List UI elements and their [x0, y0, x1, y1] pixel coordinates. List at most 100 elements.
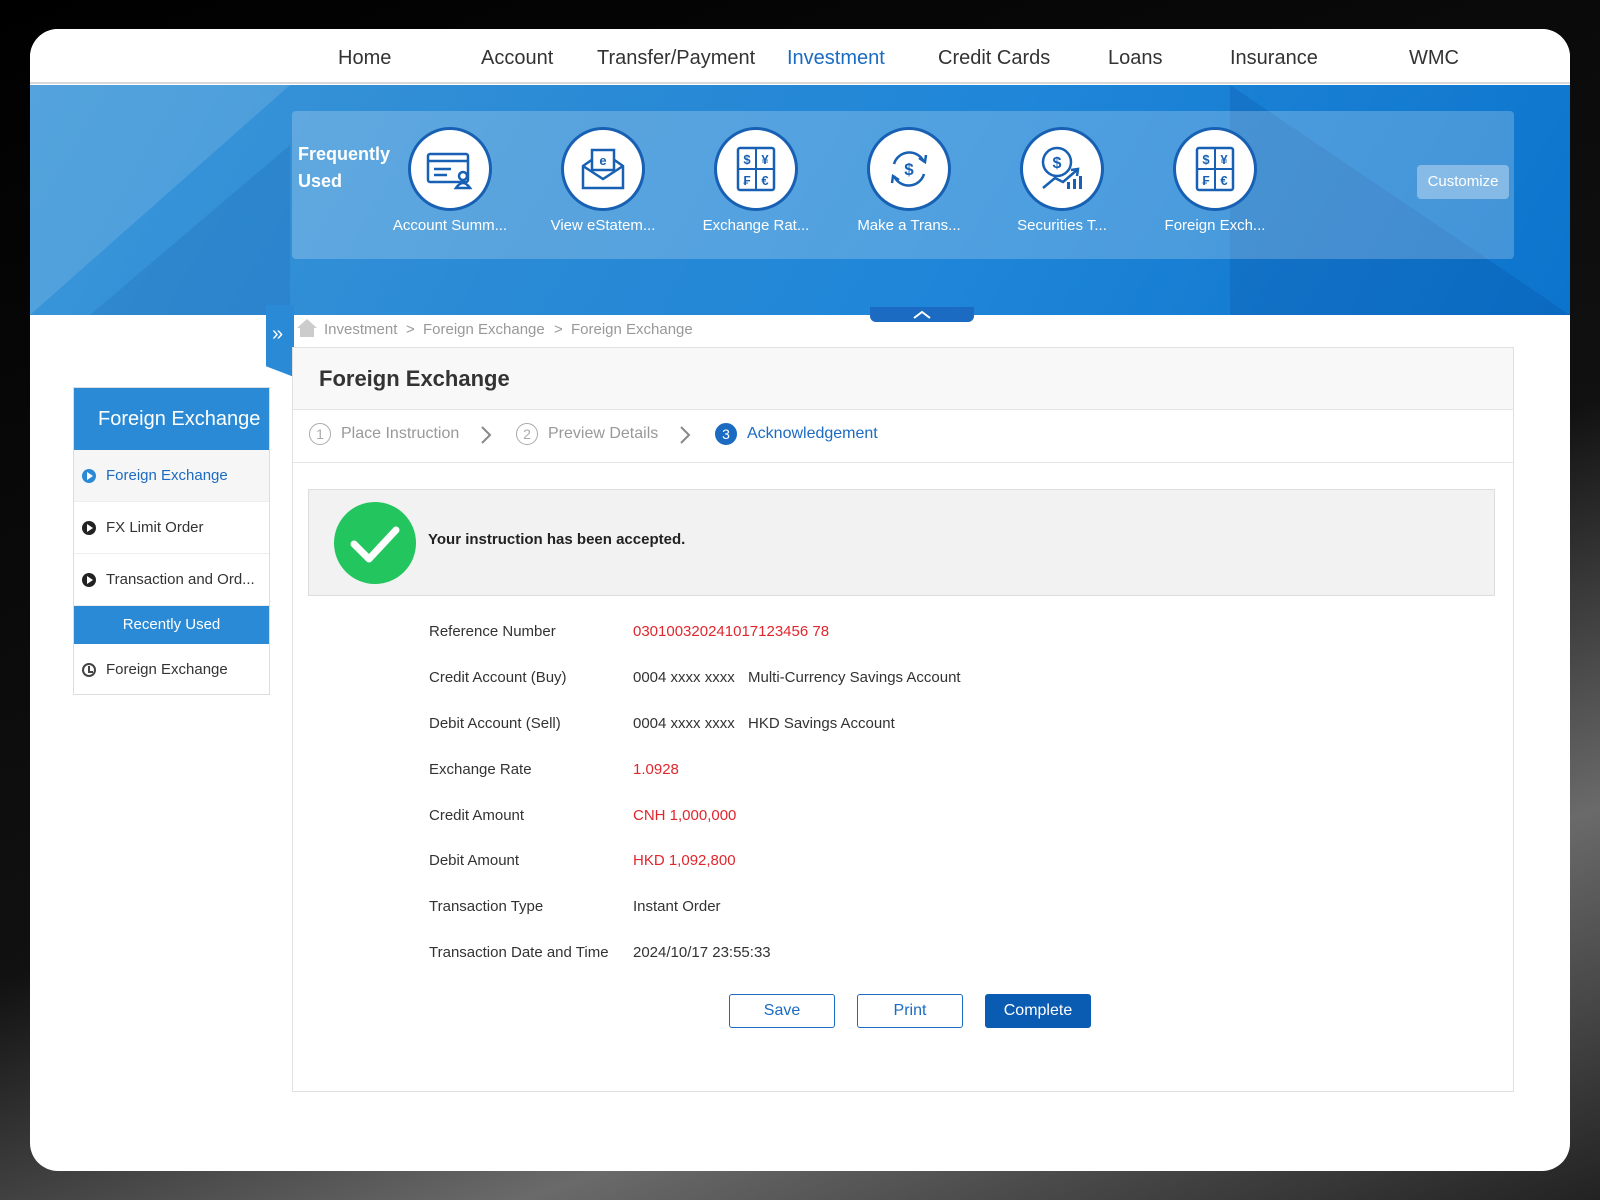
play-bullet-icon [82, 469, 96, 483]
shortcut-view-estatement[interactable]: e View eStatem... [533, 125, 673, 250]
shortcut-label: Account Summ... [392, 217, 508, 234]
shortcut-make-transfer[interactable]: $ Make a Trans... [839, 125, 979, 250]
svg-text:e: e [599, 153, 606, 168]
sidebar-item-label: Transaction and Ord... [106, 571, 255, 588]
credit-account-number: 0004 xxxx xxxx [633, 669, 735, 686]
nav-loans[interactable]: Loans [1108, 47, 1163, 70]
sidebar: Foreign Exchange Foreign Exchange FX Lim… [73, 387, 270, 695]
reference-number-value: 030100320241017123456 78 [633, 623, 830, 640]
breadcrumb-current: Foreign Exchange [571, 321, 693, 338]
transfer-icon: $ [867, 127, 951, 211]
frequently-used-panel: Frequently Used Account Summ... e View e… [292, 111, 1514, 259]
chevron-up-icon [913, 310, 931, 319]
main-panel: Foreign Exchange 1 Place Instruction 2 P… [292, 347, 1514, 1092]
print-button[interactable]: Print [857, 994, 963, 1028]
nav-investment[interactable]: Investment [787, 47, 885, 70]
step-label: Place Instruction [341, 425, 460, 442]
svg-text:$: $ [743, 152, 751, 167]
success-message: Your instruction has been accepted. [428, 531, 686, 548]
nav-wmc[interactable]: WMC [1409, 47, 1459, 70]
shortcut-account-summary[interactable]: Account Summ... [380, 125, 520, 250]
shortcut-label: Make a Trans... [857, 217, 961, 234]
chevron-right-icon [481, 426, 492, 444]
detail-label: Credit Account (Buy) [429, 669, 567, 686]
shortcut-securities-trading[interactable]: $ Securities T... [992, 125, 1132, 250]
play-bullet-icon [82, 521, 96, 535]
svg-text:$: $ [1202, 152, 1210, 167]
clock-icon [82, 663, 96, 677]
nav-transfer-payment[interactable]: Transfer/Payment [597, 47, 755, 70]
recently-used-header: Recently Used [74, 606, 269, 644]
credit-amount-value: CNH 1,000,000 [633, 807, 737, 824]
transaction-type-value: Instant Order [633, 898, 721, 915]
detail-label: Debit Account (Sell) [429, 715, 561, 732]
banner-decoration [90, 145, 290, 315]
frequently-used-banner: Frequently Used Account Summ... e View e… [30, 85, 1570, 315]
shortcut-foreign-exchange[interactable]: $ ¥ ₣ € Foreign Exch... [1145, 125, 1285, 250]
sidebar-item-label: Foreign Exchange [106, 467, 228, 484]
svg-text:¥: ¥ [761, 152, 769, 167]
step-label: Preview Details [548, 425, 659, 442]
detail-label: Transaction Type [429, 898, 544, 915]
play-bullet-icon [82, 573, 96, 587]
debit-amount-value: HKD 1,092,800 [633, 852, 736, 869]
chevron-right-icon [680, 426, 691, 444]
app-screen: Home Account Transfer/Payment Investment… [30, 29, 1570, 1171]
sidebar-item-foreign-exchange[interactable]: Foreign Exchange [74, 450, 269, 502]
breadcrumb-separator: > [554, 321, 563, 338]
estatement-icon: e [561, 127, 645, 211]
sidebar-item-label: FX Limit Order [106, 519, 204, 536]
breadcrumb-investment[interactable]: Investment [324, 321, 397, 338]
debit-account-number: 0004 xxxx xxxx [633, 715, 735, 732]
save-button[interactable]: Save [729, 994, 835, 1028]
exchange-rate-icon: $ ¥ ₣ € [714, 127, 798, 211]
nav-home[interactable]: Home [338, 47, 391, 70]
shortcut-label: Securities T... [1017, 217, 1107, 234]
complete-button[interactable]: Complete [985, 994, 1091, 1028]
double-chevron-right-icon: » [272, 323, 284, 345]
account-summary-icon [408, 127, 492, 211]
detail-label: Transaction Date and Time [429, 944, 609, 961]
top-navigation: Home Account Transfer/Payment Investment… [30, 29, 1570, 84]
breadcrumb-foreign-exchange[interactable]: Foreign Exchange [423, 321, 545, 338]
nav-credit-cards[interactable]: Credit Cards [938, 47, 1050, 70]
exchange-rate-value: 1.0928 [633, 761, 679, 778]
svg-text:€: € [1220, 173, 1227, 188]
svg-text:$: $ [904, 160, 914, 179]
success-banner: Your instruction has been accepted. [308, 489, 1495, 596]
nav-account[interactable]: Account [481, 47, 553, 70]
shortcut-label: Foreign Exch... [1164, 217, 1266, 234]
detail-label: Reference Number [429, 623, 556, 640]
sidebar-item-transaction-and-order[interactable]: Transaction and Ord... [74, 554, 269, 606]
svg-text:¥: ¥ [1220, 152, 1228, 167]
recent-item-label: Foreign Exchange [106, 661, 228, 678]
recent-item-foreign-exchange[interactable]: Foreign Exchange [74, 644, 269, 696]
customize-button[interactable]: Customize [1417, 165, 1509, 199]
svg-text:₣: ₣ [743, 173, 750, 188]
sidebar-item-fx-limit-order[interactable]: FX Limit Order [74, 502, 269, 554]
breadcrumb-separator: > [406, 321, 415, 338]
foreign-exchange-icon: $ ¥ ₣ € [1173, 127, 1257, 211]
credit-account-name: Multi-Currency Savings Account [748, 669, 961, 686]
svg-text:$: $ [1053, 155, 1062, 172]
page-title: Foreign Exchange [293, 348, 1513, 410]
home-icon [297, 319, 317, 337]
debit-account-name: HKD Savings Account [748, 715, 895, 732]
shortcut-label: Exchange Rat... [702, 217, 810, 234]
shortcut-exchange-rate[interactable]: $ ¥ ₣ € Exchange Rat... [686, 125, 826, 250]
sidebar-toggle-button[interactable]: » [266, 305, 294, 377]
detail-label: Credit Amount [429, 807, 525, 824]
step-number: 1 [309, 423, 331, 445]
detail-label: Exchange Rate [429, 761, 532, 778]
step-label: Acknowledgement [747, 425, 878, 442]
svg-text:€: € [761, 173, 768, 188]
step-number: 2 [516, 423, 538, 445]
svg-text:₣: ₣ [1202, 173, 1209, 188]
transaction-datetime-value: 2024/10/17 23:55:33 [633, 944, 771, 961]
checkmark-icon [334, 502, 416, 584]
nav-insurance[interactable]: Insurance [1230, 47, 1318, 70]
securities-icon: $ [1020, 127, 1104, 211]
progress-steps: 1 Place Instruction 2 Preview Details 3 … [293, 410, 1513, 463]
collapse-banner-button[interactable] [870, 307, 974, 322]
sidebar-title: Foreign Exchange [74, 388, 269, 450]
